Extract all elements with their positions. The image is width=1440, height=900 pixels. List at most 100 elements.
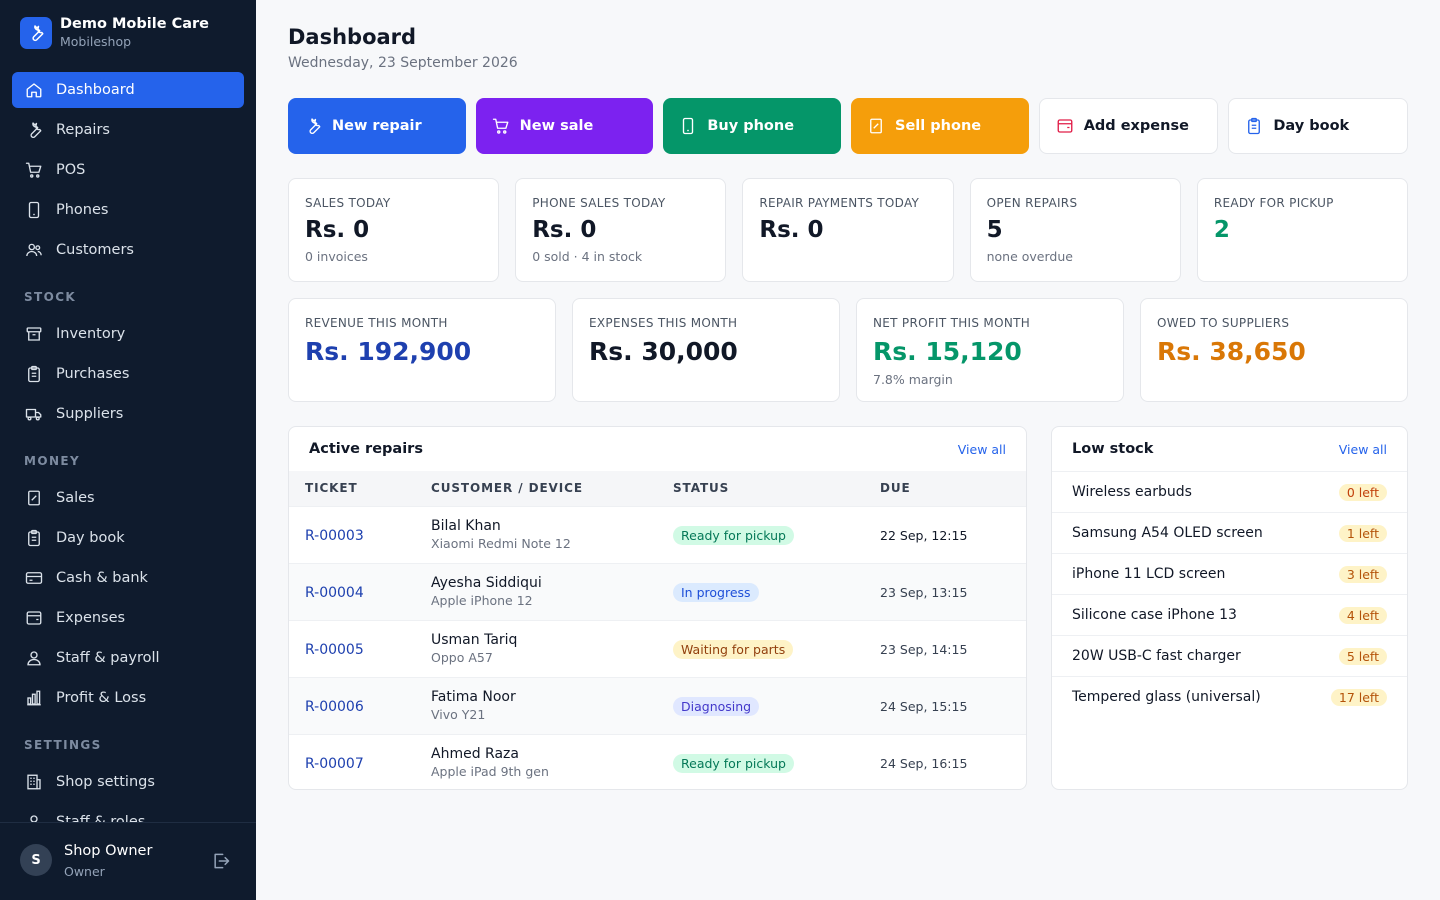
receipt-icon bbox=[866, 116, 886, 136]
sidebar-item-sales[interactable]: Sales bbox=[12, 480, 244, 516]
bar-chart-icon bbox=[24, 688, 44, 708]
nav-section-settings: SETTINGS bbox=[24, 738, 102, 752]
stock-count-badge: 17 left bbox=[1330, 688, 1387, 706]
sidebar-item-label: Purchases bbox=[56, 366, 130, 382]
stock-count-badge: 1 left bbox=[1338, 524, 1387, 542]
list-item[interactable]: Tempered glass (universal) 17 left bbox=[1052, 676, 1407, 717]
logout-icon[interactable] bbox=[211, 851, 231, 871]
new-repair-button[interactable]: New repair bbox=[288, 98, 466, 154]
sidebar-item-label: Staff & payroll bbox=[56, 650, 160, 666]
stat-value: 5 bbox=[986, 217, 1003, 243]
table-row[interactable]: R-00003 Bilal Khan Xiaomi Redmi Note 12 R… bbox=[289, 506, 1026, 563]
credit-card-icon bbox=[24, 568, 44, 588]
stat-card-open-repairs: OPEN REPAIRS 5 none overdue bbox=[969, 178, 1181, 282]
sidebar-item-customers[interactable]: Customers bbox=[12, 232, 244, 268]
sidebar-item-staff-payroll[interactable]: Staff & payroll bbox=[12, 640, 244, 676]
new-sale-button[interactable]: New sale bbox=[475, 98, 654, 154]
list-item[interactable]: Samsung A54 OLED screen 1 left bbox=[1052, 512, 1407, 553]
status-badge: Ready for pickup bbox=[673, 753, 794, 773]
stats-today: SALES TODAY Rs. 0 0 invoices PHONE SALES… bbox=[288, 178, 1409, 282]
ticket-link[interactable]: R-00003 bbox=[305, 528, 364, 544]
stat-value: Rs. 15,120 bbox=[873, 337, 1022, 366]
sidebar-item-suppliers[interactable]: Suppliers bbox=[12, 396, 244, 432]
stat-value: 2 bbox=[1213, 217, 1230, 243]
user-panel: S Shop Owner Owner bbox=[0, 822, 256, 900]
sidebar: Demo Mobile Care Mobileshop Dashboard Re… bbox=[0, 0, 256, 900]
stat-value: Rs. 38,650 bbox=[1157, 337, 1306, 366]
active-repairs-card: Active repairs View all TICKET CUSTOMER … bbox=[288, 426, 1027, 790]
sidebar-item-dashboard[interactable]: Dashboard bbox=[12, 72, 244, 108]
sidebar-item-expenses[interactable]: Expenses bbox=[12, 600, 244, 636]
sidebar-item-shop-settings[interactable]: Shop settings bbox=[12, 764, 244, 800]
stock-count-badge: 4 left bbox=[1338, 606, 1387, 624]
new-repair-label: New repair bbox=[332, 118, 422, 134]
list-item[interactable]: Silicone case iPhone 13 4 left bbox=[1052, 594, 1407, 635]
sidebar-item-phones[interactable]: Phones bbox=[12, 192, 244, 228]
brand[interactable]: Demo Mobile Care Mobileshop bbox=[20, 15, 209, 51]
sidebar-item-cash-bank[interactable]: Cash & bank bbox=[12, 560, 244, 596]
stock-item-name: Tempered glass (universal) bbox=[1072, 689, 1261, 705]
ticket-link[interactable]: R-00006 bbox=[305, 699, 364, 715]
stock-item-name: Wireless earbuds bbox=[1072, 484, 1192, 500]
status-badge: Waiting for parts bbox=[673, 639, 794, 659]
table-row[interactable]: R-00005 Usman Tariq Oppo A57 Waiting for … bbox=[289, 620, 1026, 677]
sidebar-item-staff-roles[interactable]: Staff & roles bbox=[12, 804, 244, 822]
stat-label: PHONE SALES TODAY bbox=[532, 196, 666, 210]
ticket-link[interactable]: R-00007 bbox=[305, 756, 364, 772]
nav-section-money: MONEY bbox=[24, 454, 81, 468]
device-name: Oppo A57 bbox=[431, 650, 493, 665]
sidebar-item-label: Expenses bbox=[56, 610, 126, 626]
smartphone-icon bbox=[24, 200, 44, 220]
user-icon bbox=[24, 812, 44, 822]
list-item[interactable]: iPhone 11 LCD screen 3 left bbox=[1052, 553, 1407, 594]
device-name: Vivo Y21 bbox=[431, 707, 486, 722]
clipboard-icon bbox=[24, 528, 44, 548]
stat-card-repair-payments-today: REPAIR PAYMENTS TODAY Rs. 0 bbox=[742, 178, 954, 282]
day-book-button[interactable]: Day book bbox=[1228, 98, 1409, 154]
sidebar-item-label: Profit & Loss bbox=[56, 690, 147, 706]
view-all-stock-link[interactable]: View all bbox=[1339, 442, 1387, 457]
ticket-link[interactable]: R-00005 bbox=[305, 642, 364, 658]
list-item[interactable]: 20W USB-C fast charger 5 left bbox=[1052, 635, 1407, 676]
sidebar-item-purchases[interactable]: Purchases bbox=[12, 356, 244, 392]
sell-phone-button[interactable]: Sell phone bbox=[851, 98, 1029, 154]
sidebar-item-pos[interactable]: POS bbox=[12, 152, 244, 188]
sidebar-item-inventory[interactable]: Inventory bbox=[12, 316, 244, 352]
stats-month: REVENUE THIS MONTH Rs. 192,900 EXPENSES … bbox=[288, 298, 1408, 402]
add-expense-button[interactable]: Add expense bbox=[1038, 98, 1219, 154]
due-date: 23 Sep, 14:15 bbox=[880, 642, 968, 657]
ticket-link[interactable]: R-00004 bbox=[305, 585, 364, 601]
status-badge: Ready for pickup bbox=[673, 525, 794, 545]
stat-card-ready-for-pickup: READY FOR PICKUP 2 bbox=[1196, 178, 1409, 282]
brand-wrench-icon bbox=[20, 17, 52, 49]
low-stock-card: Low stock View all Wireless earbuds 0 le… bbox=[1051, 426, 1408, 790]
stat-label: OWED TO SUPPLIERS bbox=[1157, 316, 1290, 330]
column-header: DUE bbox=[880, 481, 911, 496]
stat-value: Rs. 192,900 bbox=[305, 337, 472, 366]
list-item[interactable]: Wireless earbuds 0 left bbox=[1052, 471, 1407, 512]
buy-phone-label: Buy phone bbox=[707, 118, 795, 134]
stat-label: REPAIR PAYMENTS TODAY bbox=[759, 196, 920, 210]
sidebar-item-profit-loss[interactable]: Profit & Loss bbox=[12, 680, 244, 716]
stat-value: Rs. 0 bbox=[305, 217, 370, 243]
device-name: Xiaomi Redmi Note 12 bbox=[431, 536, 571, 551]
quick-actions: New repair New sale Buy phone Sell phone… bbox=[288, 98, 1409, 154]
stat-sub: 7.8% margin bbox=[873, 372, 953, 387]
home-icon bbox=[24, 80, 44, 100]
sidebar-item-repairs[interactable]: Repairs bbox=[12, 112, 244, 148]
card-title: Low stock bbox=[1072, 441, 1154, 457]
brand-subtitle: Mobileshop bbox=[60, 34, 132, 49]
table-row[interactable]: R-00006 Fatima Noor Vivo Y21 Diagnosing 2… bbox=[289, 677, 1026, 734]
table-row[interactable]: R-00004 Ayesha Siddiqui Apple iPhone 12 I… bbox=[289, 563, 1026, 620]
table-row[interactable]: R-00007 Ahmed Raza Apple iPad 9th gen Rea… bbox=[289, 734, 1026, 789]
sidebar-item-day-book[interactable]: Day book bbox=[12, 520, 244, 556]
stat-label: EXPENSES THIS MONTH bbox=[589, 316, 738, 330]
avatar[interactable]: S bbox=[20, 844, 52, 876]
stat-label: NET PROFIT THIS MONTH bbox=[873, 316, 1031, 330]
sidebar-item-label: Staff & roles bbox=[56, 814, 146, 822]
sidebar-item-label: POS bbox=[56, 162, 86, 178]
sidebar-item-label: Suppliers bbox=[56, 406, 124, 422]
stat-card-phone-sales-today: PHONE SALES TODAY Rs. 0 0 sold · 4 in st… bbox=[515, 178, 727, 282]
buy-phone-button[interactable]: Buy phone bbox=[663, 98, 842, 154]
view-all-repairs-link[interactable]: View all bbox=[958, 442, 1006, 457]
